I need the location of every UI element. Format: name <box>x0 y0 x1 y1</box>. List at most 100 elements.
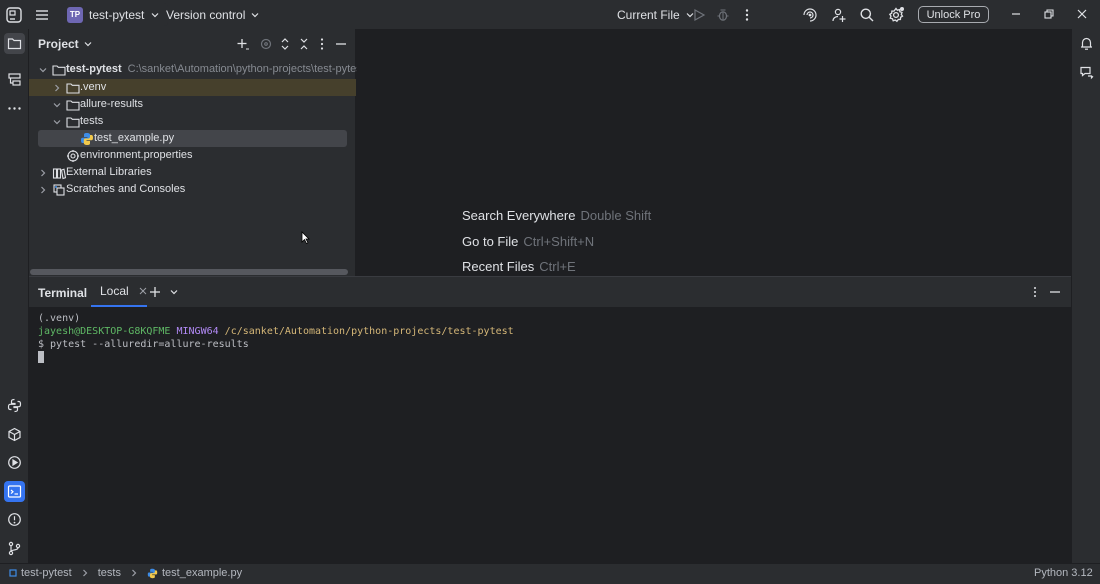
tree-item-label: tests <box>80 115 104 127</box>
notifications-button[interactable] <box>1076 33 1097 54</box>
structure-tool-button[interactable] <box>4 69 25 90</box>
chevron-down-icon[interactable] <box>169 287 179 297</box>
packages-icon <box>8 427 21 442</box>
tree-item-project-root[interactable]: test-pytest C:\sanket\Automation\python-p… <box>29 61 365 78</box>
terminal-tool-button[interactable] <box>4 481 25 502</box>
chevron-down-icon <box>84 42 92 47</box>
new-terminal-tab-icon[interactable] <box>149 286 161 298</box>
expand-all-icon[interactable] <box>277 36 293 52</box>
debug-icon[interactable] <box>714 6 732 24</box>
folder-icon <box>66 83 80 94</box>
chevron-down-icon <box>151 12 159 17</box>
minimize-window-icon[interactable] <box>1009 7 1023 21</box>
terminal-panel: Terminal Local (.venv) jayesh@DESKTOP-G8K… <box>29 276 1071 563</box>
terminal-tab-local[interactable]: Local <box>91 277 147 307</box>
hint-shortcut: Ctrl+E <box>539 259 576 274</box>
folder-icon <box>7 38 22 50</box>
left-tool-strip <box>0 29 29 563</box>
tree-item-environment-properties[interactable]: environment.properties <box>29 147 356 164</box>
close-tab-icon[interactable] <box>139 287 147 295</box>
ai-chat-button[interactable] <box>1076 62 1097 83</box>
services-button[interactable] <box>4 452 25 473</box>
services-icon <box>8 456 21 469</box>
hide-panel-icon[interactable] <box>333 36 349 52</box>
collapse-all-icon[interactable] <box>296 36 312 52</box>
problems-button[interactable] <box>4 509 25 530</box>
options-icon[interactable] <box>314 36 330 52</box>
right-tool-strip <box>1071 29 1100 563</box>
hint-shortcut: Ctrl+Shift+N <box>523 234 595 249</box>
settings-gear-icon[interactable] <box>887 6 905 24</box>
hint-action: Recent Files <box>462 259 535 274</box>
chevron-right-icon[interactable] <box>38 185 48 195</box>
tree-item-label: environment.properties <box>80 149 193 161</box>
breadcrumb-item[interactable]: tests <box>98 567 121 579</box>
run-config-label: Current File <box>617 7 680 22</box>
python-console-button[interactable] <box>4 395 25 416</box>
terminal-options-icon[interactable] <box>1029 286 1041 298</box>
project-path: C:\sanket\Automation\python-projects\tes… <box>127 63 365 75</box>
new-file-icon[interactable] <box>235 36 251 52</box>
more-tools-button[interactable] <box>4 98 25 119</box>
terminal-title: Terminal <box>38 286 88 300</box>
restore-window-icon[interactable] <box>1042 7 1056 21</box>
locate-file-icon[interactable] <box>258 36 274 52</box>
terminal-line-venv: (.venv) <box>38 313 81 324</box>
hint-action: Go to File <box>462 234 519 249</box>
project-panel-title: Project <box>38 37 79 51</box>
project-switcher[interactable]: TP test-pytest <box>61 3 169 26</box>
tree-item-label: Scratches and Consoles <box>66 183 186 195</box>
hint-search-everywhere[interactable]: Search Everywhere Double Shift <box>462 208 651 223</box>
chevron-right-icon <box>132 569 137 577</box>
horizontal-scrollbar[interactable] <box>30 269 348 275</box>
tree-item-allure-results[interactable]: allure-results <box>29 96 356 113</box>
terminal-header: Terminal Local <box>29 277 1071 307</box>
python-packages-button[interactable] <box>4 424 25 445</box>
close-window-icon[interactable] <box>1075 7 1089 21</box>
problems-icon <box>8 513 21 526</box>
git-button[interactable] <box>4 538 25 559</box>
breadcrumb-item[interactable]: test-pytest <box>21 567 72 579</box>
unlock-pro-button[interactable]: Unlock Pro <box>918 6 989 23</box>
run-icon[interactable] <box>690 6 708 24</box>
project-panel-header: Project <box>29 29 356 58</box>
tree-item-venv[interactable]: .venv <box>29 79 356 96</box>
breadcrumb: test-pytest tests test_example.py <box>9 567 242 579</box>
terminal-prompt-line: jayesh@DESKTOP-G8KQFME MINGW64 /c/sanket… <box>38 325 514 338</box>
project-view-selector[interactable]: Project <box>38 37 93 51</box>
terminal-cursor <box>38 351 44 363</box>
terminal-tab-label: Local <box>100 284 129 298</box>
prompt-user: jayesh@DESKTOP-G8KQFME <box>38 326 171 337</box>
tree-item-external-libraries[interactable]: External Libraries <box>29 164 356 181</box>
folder-icon <box>66 100 80 111</box>
hint-go-to-file[interactable]: Go to File Ctrl+Shift+N <box>462 234 594 249</box>
terminal-output[interactable]: (.venv) jayesh@DESKTOP-G8KQFME MINGW64 /c… <box>38 312 514 365</box>
mouse-pointer-icon <box>301 231 310 244</box>
hide-terminal-icon[interactable] <box>1049 286 1061 298</box>
tree-item-tests[interactable]: tests <box>29 113 356 130</box>
tree-item-label: test_example.py <box>94 132 175 144</box>
ai-assistant-icon[interactable] <box>801 6 819 24</box>
chevron-right-icon[interactable] <box>52 83 62 93</box>
run-config-selector[interactable]: Current File <box>611 3 701 26</box>
hint-recent-files[interactable]: Recent Files Ctrl+E <box>462 259 576 274</box>
project-badge: TP <box>67 6 83 23</box>
chevron-down-icon[interactable] <box>38 65 48 75</box>
search-icon[interactable] <box>858 6 876 24</box>
python-interpreter[interactable]: Python 3.12 <box>1034 567 1093 579</box>
project-tool-button[interactable] <box>4 33 25 54</box>
more-actions-icon[interactable] <box>738 6 756 24</box>
tree-item-scratches[interactable]: Scratches and Consoles <box>29 181 356 198</box>
version-control-menu[interactable]: Version control <box>160 3 266 26</box>
pycharm-logo-icon[interactable] <box>6 7 22 23</box>
code-with-me-icon[interactable] <box>830 6 848 24</box>
module-icon <box>9 569 17 577</box>
tree-item-test-example[interactable]: test_example.py <box>29 130 356 147</box>
main-menu-icon[interactable] <box>33 6 51 24</box>
chevron-down-icon[interactable] <box>52 100 62 110</box>
version-control-label: Version control <box>166 7 246 22</box>
breadcrumb-item[interactable]: test_example.py <box>162 567 242 579</box>
chevron-down-icon[interactable] <box>52 117 62 127</box>
chevron-right-icon[interactable] <box>38 168 48 178</box>
ellipsis-icon <box>8 107 21 110</box>
